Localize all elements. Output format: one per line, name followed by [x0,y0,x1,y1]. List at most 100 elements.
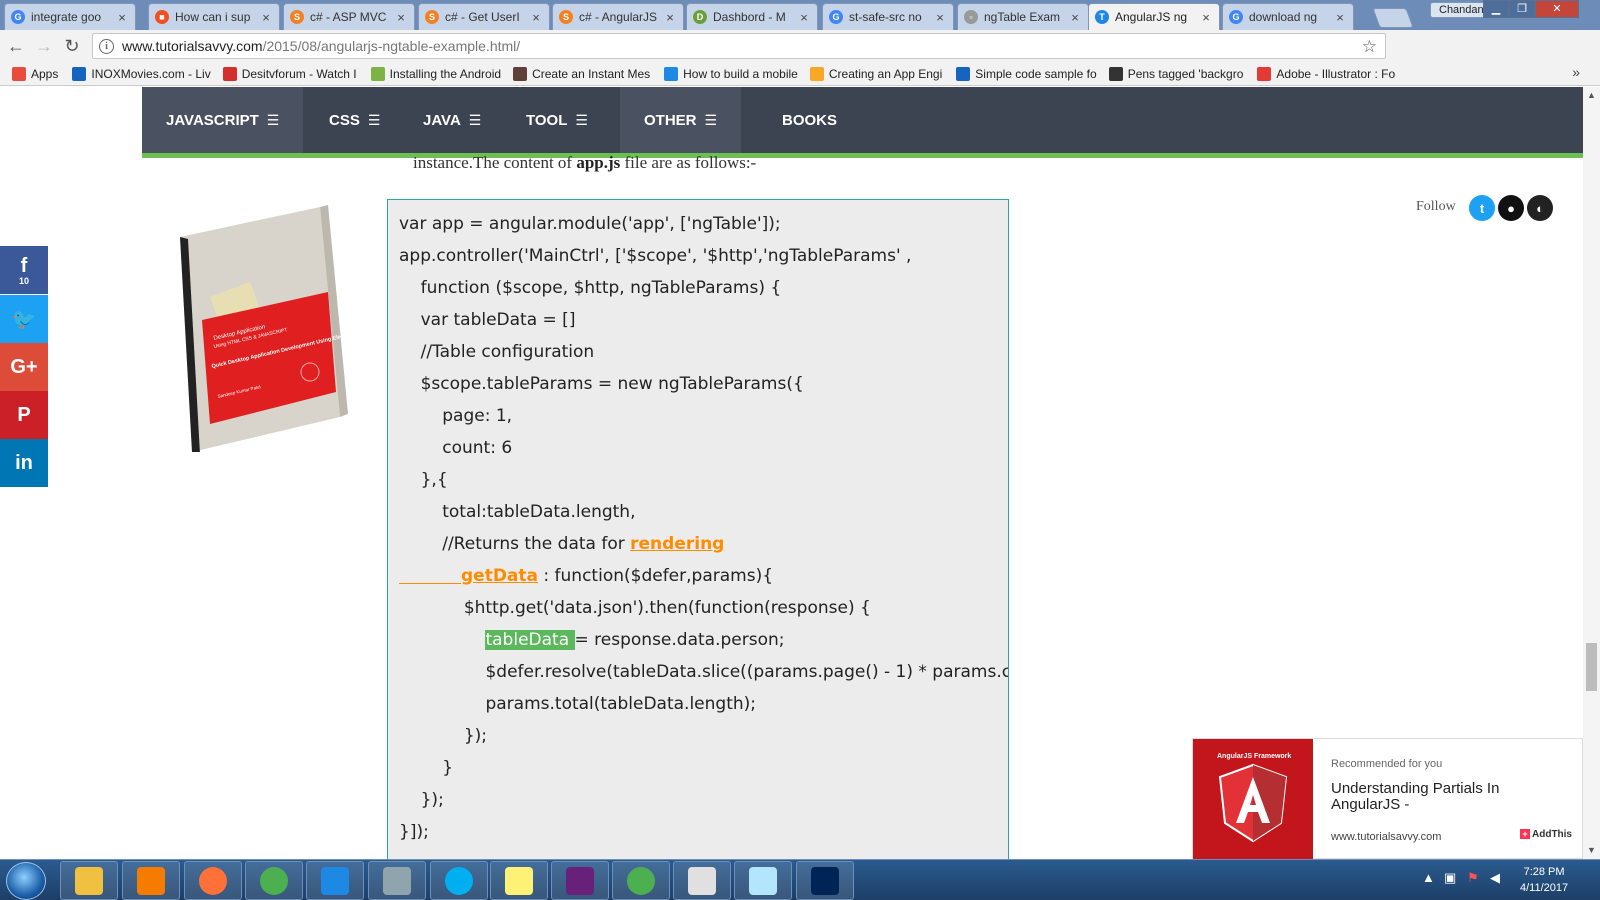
taskbar-notepad-button[interactable] [734,861,792,900]
tab-title: AngularJS ng [1115,10,1188,24]
browser-tab[interactable]: Sc# - ASP MVC × [283,3,415,30]
recommended-label: Recommended for you [1331,758,1443,770]
volume-icon[interactable]: ◀ [1490,870,1500,886]
nav-books[interactable]: BOOKS [758,87,861,153]
address-bar[interactable]: i www.tutorialsavvy.com/2015/08/angularj… [92,33,1386,59]
taskbar-snipping-tool-button[interactable] [673,861,731,900]
close-tab-icon[interactable]: × [1199,10,1213,25]
minimize-button[interactable]: ▁ [1483,0,1509,18]
bookmark-item[interactable]: Simple code sample fo [956,66,1097,81]
recommended-thumbnail[interactable]: AngularJS Framework [1193,739,1313,859]
taskbar-powershell-button[interactable] [796,861,854,900]
code-text: : function($defer,params){ [538,566,774,586]
recommended-widget[interactable]: AngularJS Framework Recommended for you … [1192,738,1583,859]
taskbar-chrome-button[interactable] [245,861,303,900]
new-tab-button[interactable] [1372,8,1414,28]
browser-toolbar: ← → ↻ i www.tutorialsavvy.com/2015/08/an… [0,30,1600,83]
browser-tab[interactable]: ▫ ngTable Exam × [957,3,1089,30]
browser-tab[interactable]: Sc# - AngularJS × [552,3,684,30]
nav-javascript[interactable]: JAVASCRIPT ☰ [142,87,304,153]
reload-button[interactable]: ↻ [60,34,84,58]
close-tab-icon[interactable]: × [1068,10,1082,25]
start-button[interactable] [6,862,46,900]
taskbar-skype-button[interactable] [430,861,488,900]
tab-title: integrate goo [31,10,102,24]
github-follow-icon[interactable]: ● [1498,195,1524,221]
action-center-icon[interactable]: ⚑ [1467,870,1479,886]
close-tab-icon[interactable]: × [259,10,273,25]
close-tab-icon[interactable]: × [1333,10,1347,25]
bookmark-item[interactable]: Installing the Android [370,66,502,81]
browser-tab[interactable]: Gdownload ng × [1222,3,1354,30]
close-tab-icon[interactable]: × [115,10,129,25]
code-link-rendering[interactable]: rendering [630,534,724,554]
scroll-up-icon[interactable]: ▲ [1587,90,1596,100]
taskbar-firefox-button[interactable] [184,861,242,900]
nav-label: OTHER [644,111,697,129]
scrollbar-thumb[interactable] [1586,643,1597,691]
close-tab-icon[interactable]: × [663,10,677,25]
linkedin-icon: in [15,451,33,474]
back-button[interactable]: ← [4,34,28,58]
addthis-badge[interactable]: AddThis [1520,829,1572,840]
code-link-getdata[interactable]: getData [461,566,538,586]
taskbar-visual-studio-button[interactable] [551,861,609,900]
maximize-button[interactable]: ❐ [1509,0,1535,18]
google-plus-share-button[interactable]: G+ [0,343,48,391]
close-tab-icon[interactable]: × [529,10,543,25]
linkedin-share-button[interactable]: in [0,439,48,487]
pinterest-share-button[interactable]: P [0,391,48,439]
bookmark-label: Desitvforum - Watch I [241,66,357,81]
bookmark-item[interactable]: Desitvforum - Watch I [222,66,357,81]
taskbar-sticky-notes-button[interactable] [490,861,548,900]
info-icon[interactable]: i [99,38,114,54]
book-ad-image[interactable]: Desktop Application Using HTML CSS & JAV… [170,202,350,452]
scroll-down-icon[interactable]: ▼ [1587,845,1596,855]
arrow-left-icon: ← [7,35,25,56]
nav-java[interactable]: JAVA ☰ [399,87,505,153]
taskbar-media-player-button[interactable] [122,861,180,900]
browser-tab[interactable]: Gst-safe-src no × [822,3,954,30]
bookmarks-overflow-icon[interactable]: » [1572,64,1580,80]
url-text[interactable]: www.tutorialsavvy.com/2015/08/angularjs-… [122,38,520,54]
bookmark-item[interactable]: Adobe - Illustrator : Fo [1257,66,1395,81]
code-text: //Returns the data for [399,534,631,554]
browser-tab[interactable]: Sc# - Get UserI × [418,3,550,30]
taskbar-explorer-button[interactable] [60,861,118,900]
bookmark-item[interactable]: INOXMovies.com - Liv [72,66,211,81]
code-text: total:tableData.length, [399,502,636,522]
bookmark-item[interactable]: Pens tagged 'backgro [1108,66,1243,81]
bookmark-label: Installing the Android [389,66,502,81]
forward-button[interactable]: → [32,34,56,58]
nav-other[interactable]: OTHER ☰ [620,87,742,153]
bookmark-item[interactable]: How to build a mobile [664,66,798,81]
nav-css[interactable]: CSS ☰ [305,87,404,153]
medium-follow-icon[interactable]: ◐ [1527,195,1553,221]
close-tab-icon[interactable]: × [394,10,408,25]
bookmark-item[interactable]: Create an Instant Mes [513,66,650,81]
close-tab-icon[interactable]: × [933,10,947,25]
recommended-title[interactable]: Understanding Partials In AngularJS - [1331,781,1531,813]
close-tab-icon[interactable]: × [797,10,811,25]
chrome-icon [627,866,655,895]
browser-tab[interactable]: T AngularJS ng × [1088,3,1220,30]
taskbar-chrome-2-button[interactable] [612,861,670,900]
system-clock[interactable]: 7:28 PM 4/11/2017 [1520,864,1568,896]
folder-icon [75,866,103,895]
twitter-follow-icon[interactable]: t [1469,195,1495,221]
browser-tab[interactable]: D Dashbord - M × [686,3,818,30]
taskbar-internet-explorer-button[interactable] [306,861,364,900]
nav-tool[interactable]: TOOL ☰ [502,87,612,153]
page-scrollbar[interactable]: ▲ ▼ [1583,87,1600,859]
taskbar-remote-desktop-button[interactable] [368,861,426,900]
browser-tab[interactable]: Gintegrate goo × [4,3,136,30]
facebook-share-button[interactable]: f 10 [0,246,48,294]
network-icon[interactable]: ▣ [1444,870,1456,886]
show-hidden-icons-icon[interactable]: ▲ [1422,870,1435,885]
bookmark-star-icon[interactable]: ☆ [1362,37,1377,57]
bookmark-item[interactable]: Creating an App Engi [809,66,942,81]
browser-tab[interactable]: ■ How can i sup × [148,3,280,30]
twitter-share-button[interactable]: 🐦 [0,295,48,343]
bookmark-item[interactable]: Apps [12,66,58,81]
close-window-button[interactable]: ✕ [1535,0,1579,18]
